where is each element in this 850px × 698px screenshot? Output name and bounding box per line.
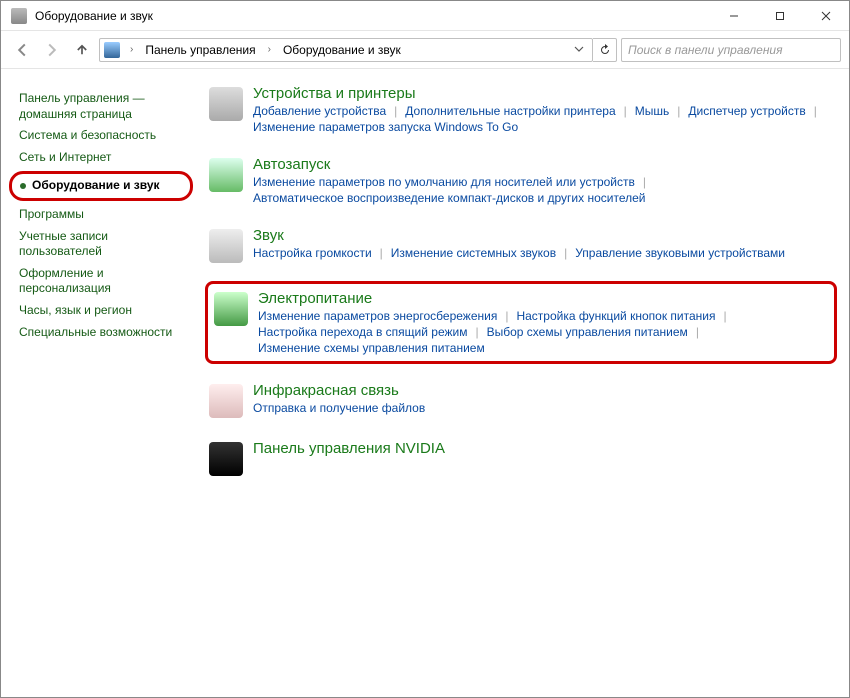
- category-devices-printers: Устройства и принтеры Добавление устройс…: [205, 81, 837, 138]
- nvidia-icon: [209, 442, 243, 476]
- task-audio-devices[interactable]: Управление звуковыми устройствами: [575, 246, 785, 260]
- search-box[interactable]: Поиск в панели управления: [621, 38, 841, 62]
- task-device-manager[interactable]: Диспетчер устройств: [688, 104, 805, 118]
- sidebar-item-hardware-sound[interactable]: Оборудование и звук: [9, 171, 193, 201]
- category-title-autoplay[interactable]: Автозапуск: [253, 156, 833, 173]
- breadcrumb-chevron[interactable]: ›: [262, 44, 277, 55]
- sidebar: Панель управления — домашняя страница Си…: [1, 69, 201, 697]
- category-autoplay: Автозапуск Изменение параметров по умолч…: [205, 152, 837, 209]
- sidebar-item-clock-region[interactable]: Часы, язык и регион: [19, 303, 193, 319]
- power-icon: [214, 292, 248, 326]
- category-title-devices[interactable]: Устройства и принтеры: [253, 85, 833, 102]
- task-energy-saving[interactable]: Изменение параметров энергосбережения: [258, 309, 497, 323]
- task-power-buttons[interactable]: Настройка функций кнопок питания: [516, 309, 715, 323]
- sidebar-item-network[interactable]: Сеть и Интернет: [19, 150, 193, 166]
- task-mouse[interactable]: Мышь: [635, 104, 670, 118]
- address-dropdown[interactable]: [570, 43, 588, 57]
- devices-printers-icon: [209, 87, 243, 121]
- category-infrared: Инфракрасная связь Отправка и получение …: [205, 378, 837, 422]
- address-icon: [104, 42, 120, 58]
- maximize-button[interactable]: [757, 1, 803, 31]
- category-title-nvidia[interactable]: Панель управления NVIDIA: [253, 440, 833, 457]
- task-change-power-plan[interactable]: Изменение схемы управления питанием: [258, 341, 485, 355]
- breadcrumb-root[interactable]: Панель управления: [143, 43, 257, 57]
- sidebar-item-programs[interactable]: Программы: [19, 207, 193, 223]
- sound-icon: [209, 229, 243, 263]
- close-button[interactable]: [803, 1, 849, 31]
- breadcrumb-current[interactable]: Оборудование и звук: [281, 43, 403, 57]
- window-title: Оборудование и звук: [35, 9, 711, 23]
- task-add-device[interactable]: Добавление устройства: [253, 104, 386, 118]
- titlebar: Оборудование и звук: [1, 1, 849, 31]
- sidebar-item-appearance[interactable]: Оформление и персонализация: [19, 266, 193, 297]
- sidebar-item-user-accounts[interactable]: Учетные записи пользователей: [19, 229, 193, 260]
- sidebar-item-home[interactable]: Панель управления — домашняя страница: [19, 91, 193, 122]
- category-title-infrared[interactable]: Инфракрасная связь: [253, 382, 833, 399]
- search-placeholder: Поиск в панели управления: [628, 43, 783, 57]
- up-button[interactable]: [69, 37, 95, 63]
- category-title-power[interactable]: Электропитание: [258, 290, 828, 307]
- sidebar-item-system-security[interactable]: Система и безопасность: [19, 128, 193, 144]
- task-power-plan[interactable]: Выбор схемы управления питанием: [487, 325, 688, 339]
- window-controls: [711, 1, 849, 31]
- task-send-receive-files[interactable]: Отправка и получение файлов: [253, 401, 425, 415]
- infrared-icon: [209, 384, 243, 418]
- task-volume[interactable]: Настройка громкости: [253, 246, 372, 260]
- content: Устройства и принтеры Добавление устройс…: [201, 69, 849, 697]
- category-nvidia: Панель управления NVIDIA: [205, 436, 837, 480]
- task-default-media[interactable]: Изменение параметров по умолчанию для но…: [253, 175, 635, 189]
- refresh-button[interactable]: [593, 38, 617, 62]
- task-cd-autoplay[interactable]: Автоматическое воспроизведение компакт-д…: [253, 191, 645, 205]
- back-button[interactable]: [9, 37, 35, 63]
- forward-button[interactable]: [39, 37, 65, 63]
- sidebar-item-label: Оборудование и звук: [32, 178, 160, 194]
- category-sound: Звук Настройка громкости| Изменение сист…: [205, 223, 837, 267]
- category-title-sound[interactable]: Звук: [253, 227, 833, 244]
- sidebar-item-ease-of-access[interactable]: Специальные возможности: [19, 325, 193, 341]
- category-power: Электропитание Изменение параметров энер…: [205, 281, 837, 364]
- control-panel-window: Оборудование и звук › Панель управл: [0, 0, 850, 698]
- minimize-button[interactable]: [711, 1, 757, 31]
- task-sleep-mode[interactable]: Настройка перехода в спящий режим: [258, 325, 467, 339]
- address-bar[interactable]: › Панель управления › Оборудование и зву…: [99, 38, 593, 62]
- bullet-icon: [20, 183, 26, 189]
- navbar: › Панель управления › Оборудование и зву…: [1, 31, 849, 69]
- task-printer-settings[interactable]: Дополнительные настройки принтера: [405, 104, 615, 118]
- body: Панель управления — домашняя страница Си…: [1, 69, 849, 697]
- autoplay-icon: [209, 158, 243, 192]
- task-system-sounds[interactable]: Изменение системных звуков: [391, 246, 556, 260]
- breadcrumb-chevron-root[interactable]: ›: [124, 44, 139, 55]
- app-icon: [11, 8, 27, 24]
- task-windows-to-go[interactable]: Изменение параметров запуска Windows To …: [253, 120, 518, 134]
